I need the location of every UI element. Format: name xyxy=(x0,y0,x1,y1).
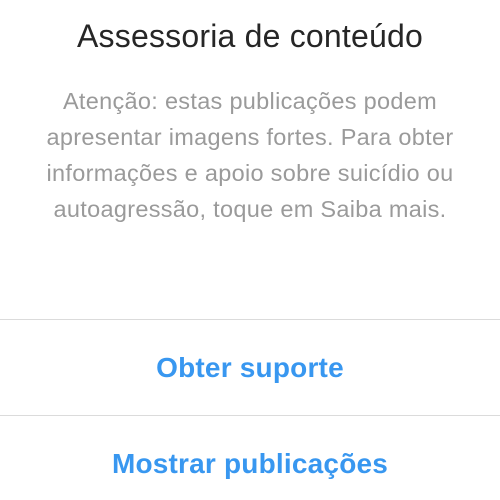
dialog-message: Atenção: estas publicações podem apresen… xyxy=(46,88,454,222)
dialog-title: Assessoria de conteúdo xyxy=(77,18,423,54)
show-posts-button[interactable]: Mostrar publicações xyxy=(0,416,500,500)
get-support-button[interactable]: Obter suporte xyxy=(0,320,500,415)
content-advisory-dialog: Assessoria de conteúdo Atenção: estas pu… xyxy=(0,0,500,500)
